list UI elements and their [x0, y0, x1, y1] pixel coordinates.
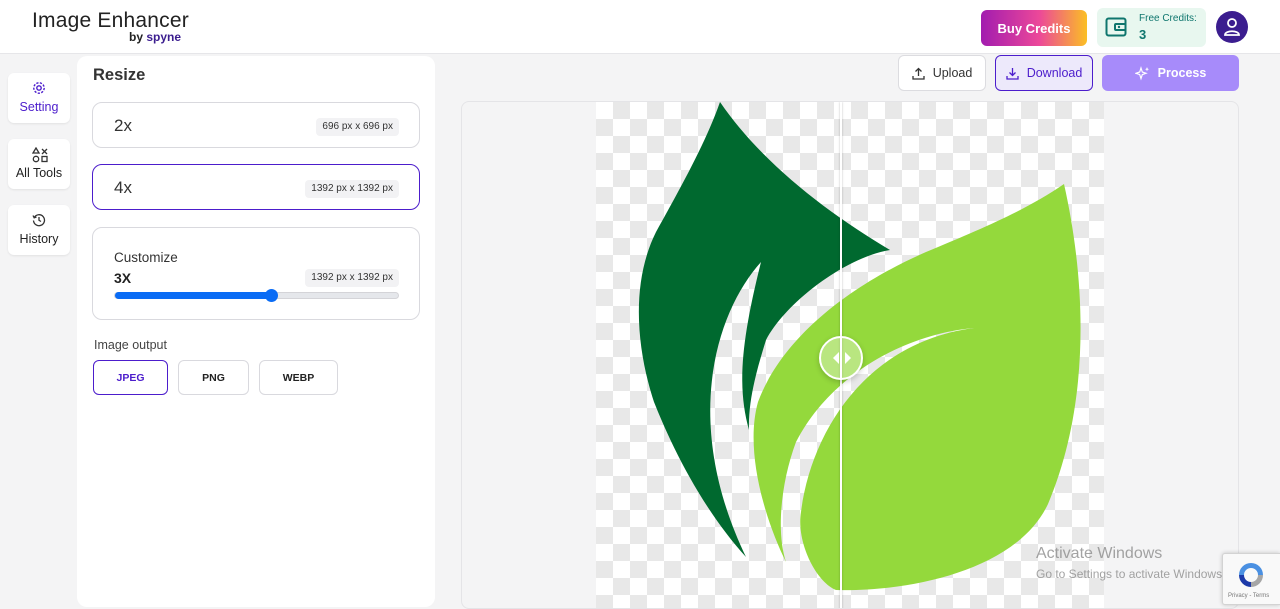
format-jpeg-button[interactable]: JPEG: [93, 360, 168, 395]
wallet-icon: [1105, 17, 1127, 37]
compare-slider-handle[interactable]: [819, 336, 863, 380]
dimension-badge: 1392 px x 1392 px: [305, 269, 399, 287]
settings-panel: Resize 2x 696 px x 696 px 4x 1392 px x 1…: [77, 56, 435, 607]
resize-option-4x[interactable]: 4x 1392 px x 1392 px: [92, 164, 420, 210]
gear-icon: [33, 82, 45, 94]
download-button[interactable]: Download: [995, 55, 1093, 91]
byline-prefix: by: [129, 30, 144, 44]
resize-multiplier: 2x: [114, 116, 132, 135]
windows-watermark-subtitle: Go to Settings to activate Windows.: [1036, 567, 1226, 581]
slider-thumb[interactable]: [264, 289, 278, 302]
free-credits-label: Free Credits:: [1139, 13, 1197, 24]
download-icon: [1006, 67, 1019, 80]
recaptcha-icon: [1239, 563, 1263, 587]
sidebar-item-label: Setting: [19, 100, 59, 114]
download-label: Download: [1026, 66, 1083, 80]
brand-logo[interactable]: Image Enhancer by spyne: [32, 9, 189, 44]
customize-card[interactable]: Customize 3X 1392 px x 1392 px: [92, 227, 420, 320]
shapes-icon: [32, 147, 48, 163]
buy-credits-button[interactable]: Buy Credits: [981, 10, 1087, 46]
user-avatar[interactable]: [1216, 11, 1248, 43]
sidebar-item-all-tools[interactable]: All Tools: [8, 139, 70, 189]
dimension-badge: 696 px x 696 px: [316, 118, 399, 136]
recaptcha-terms[interactable]: Privacy - Terms: [1228, 593, 1269, 599]
arrows-left-right-icon: [833, 352, 851, 364]
panel-title: Resize: [93, 66, 146, 84]
user-icon: [1224, 18, 1240, 36]
byline-company: spyne: [146, 30, 182, 44]
free-credits-badge[interactable]: Free Credits: 3: [1097, 8, 1206, 47]
format-webp-button[interactable]: WEBP: [259, 360, 338, 395]
upload-label: Upload: [932, 66, 973, 80]
customize-label: Customize: [114, 250, 178, 265]
customize-value: 3X: [114, 270, 132, 286]
recaptcha-badge[interactable]: Privacy - Terms: [1222, 553, 1280, 605]
sidebar-item-setting[interactable]: Setting: [8, 73, 70, 123]
history-icon: [32, 214, 46, 227]
sparkle-icon: [1134, 65, 1149, 81]
free-credits-count: 3: [1139, 27, 1147, 42]
format-png-button[interactable]: PNG: [178, 360, 249, 395]
sidebar-item-history[interactable]: History: [8, 205, 70, 255]
upload-button[interactable]: Upload: [898, 55, 986, 91]
image-output-label: Image output: [94, 338, 167, 352]
dimension-badge: 1392 px x 1392 px: [305, 180, 399, 198]
image-preview: [461, 101, 1239, 609]
process-button[interactable]: Process: [1102, 55, 1239, 91]
brand-byline: by spyne: [129, 30, 181, 44]
sidebar-item-label: History: [19, 232, 59, 246]
sidebar-item-label: All Tools: [15, 166, 63, 180]
app-header: Image Enhancer by spyne Buy Credits Free…: [0, 0, 1280, 54]
windows-watermark-title: Activate Windows: [1036, 545, 1163, 562]
upload-icon: [912, 67, 925, 80]
resize-option-2x[interactable]: 2x 696 px x 696 px: [92, 102, 420, 148]
slider-fill: [115, 292, 271, 299]
process-label: Process: [1157, 66, 1207, 80]
scale-slider[interactable]: [114, 289, 399, 302]
resize-multiplier: 4x: [114, 178, 132, 197]
